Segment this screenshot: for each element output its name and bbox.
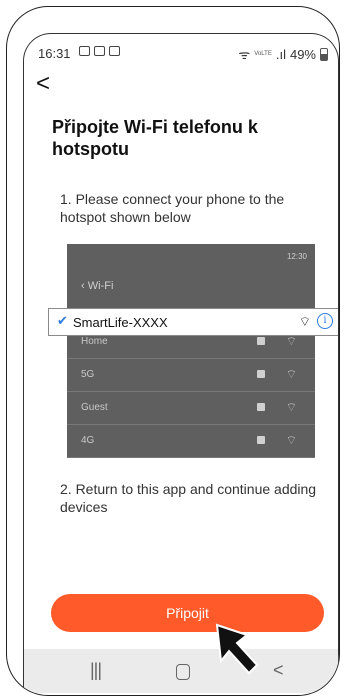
wifi-signal-icon: ⌔ xyxy=(285,433,297,447)
check-icon: ✔ xyxy=(57,313,68,328)
phone-screen: 16:31 ᯤ VoLTE .ıl 49% < Připojte Wi-Fi t… xyxy=(23,33,339,693)
status-time: 16:31 xyxy=(38,46,71,61)
notification-icon xyxy=(94,46,105,56)
home-button[interactable] xyxy=(176,664,190,680)
network-name: 4G xyxy=(81,435,95,446)
page-title: Připojte Wi-Fi telefonu k hotspotu xyxy=(52,117,258,159)
lock-icon xyxy=(257,403,265,411)
network-name: 5G xyxy=(81,369,95,380)
nav-back-button[interactable]: < xyxy=(273,660,284,681)
illustration-wifi-header: ‹ Wi-Fi xyxy=(81,280,114,292)
wifi-settings-illustration: 12:30 ‹ Wi-Fi Home ⌔ 5G ⌔ Guest ⌔ 4G ⌔ xyxy=(67,244,315,458)
network-row: 5G ⌔ xyxy=(67,359,315,392)
notification-icon xyxy=(109,46,120,56)
status-bar: 16:31 ᯤ VoLTE .ıl 49% xyxy=(24,34,338,70)
wifi-signal-icon: ⌔ xyxy=(285,334,297,348)
battery-percent: 49% xyxy=(289,46,316,62)
wifi-signal-icon: ⌔ xyxy=(285,400,297,414)
network-name: Home xyxy=(81,336,108,347)
volte-label: VoLTE xyxy=(254,51,272,57)
wifi-signal-icon: ⌔ xyxy=(298,314,311,329)
android-nav-bar: ||| < xyxy=(24,649,338,693)
wifi-signal-icon: ⌔ xyxy=(285,367,297,381)
notification-icons xyxy=(79,46,120,56)
illustration-status-time: 12:30 xyxy=(286,252,307,261)
selected-network-name: SmartLife-XXXX xyxy=(73,315,168,330)
lock-icon xyxy=(257,370,265,378)
step-2-instruction: 2. Return to this app and continue addin… xyxy=(60,481,317,515)
battery-icon xyxy=(320,47,328,61)
recent-apps-button[interactable]: ||| xyxy=(90,660,102,681)
connect-button[interactable]: Připojit xyxy=(51,594,324,632)
network-row: 4G ⌔ xyxy=(67,425,315,458)
lock-icon xyxy=(257,436,265,444)
pointer-arrow-icon xyxy=(215,623,259,675)
wifi-status-icon: ᯤ xyxy=(238,47,251,62)
status-right: ᯤ VoLTE .ıl 49% xyxy=(238,45,328,63)
signal-icon: .ıl xyxy=(275,46,286,62)
lock-icon xyxy=(257,337,265,345)
step-1-instruction: 1. Please connect your phone to the hots… xyxy=(60,191,285,225)
selected-network-row[interactable]: ✔ SmartLife-XXXX ⌔ i xyxy=(48,308,338,336)
gallery-icon xyxy=(79,46,90,56)
phone-frame: 16:31 ᯤ VoLTE .ıl 49% < Připojte Wi-Fi t… xyxy=(6,6,340,696)
info-icon[interactable]: i xyxy=(317,313,333,329)
network-name: Guest xyxy=(81,402,108,413)
back-button[interactable]: < xyxy=(36,70,50,98)
network-row: Guest ⌔ xyxy=(67,392,315,425)
